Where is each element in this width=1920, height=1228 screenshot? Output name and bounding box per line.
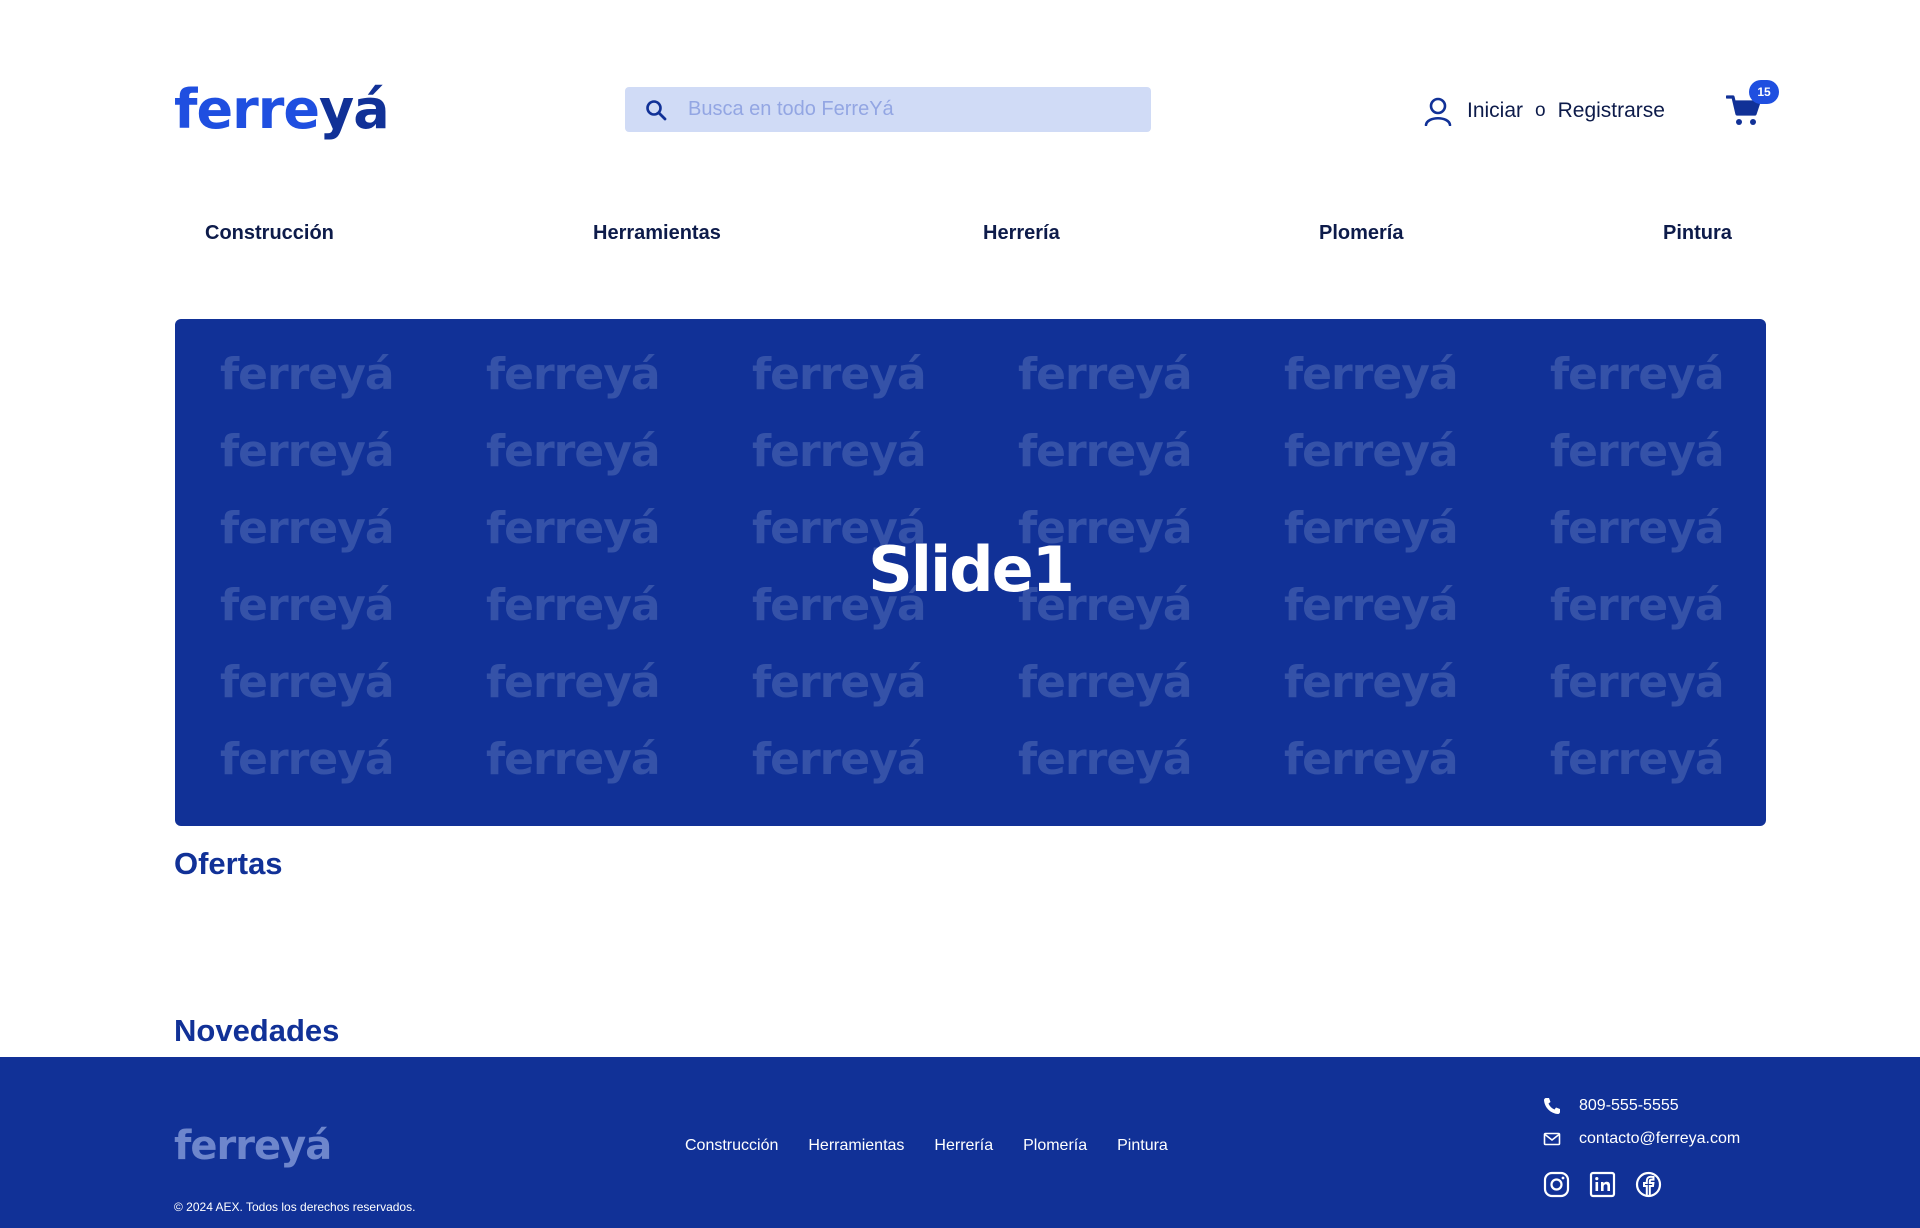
footer-nav: Construcción Herramientas Herrería Plome… [685, 1137, 1168, 1155]
category-nav: Construcción Herramientas Herrería Plome… [174, 222, 1766, 252]
footer-logo[interactable]: ferreyá [174, 1123, 332, 1169]
hero-watermark-text: ferreyá [1018, 734, 1193, 785]
hero-watermark-text: ferreyá [1018, 657, 1193, 708]
copyright-text: © 2024 AEX. Todos los derechos reservado… [174, 1200, 416, 1214]
phone-icon [1544, 1098, 1560, 1114]
logo-text-part1: ferre [174, 78, 320, 141]
hero-watermark-text: ferreyá [752, 657, 927, 708]
footer-link-plomeria[interactable]: Plomería [1023, 1137, 1087, 1155]
footer: ferreyá Construcción Herramientas Herrer… [0, 1057, 1920, 1228]
hero-watermark-text: ferreyá [486, 734, 661, 785]
nav-item-construccion[interactable]: Construcción [205, 222, 334, 245]
nav-item-pintura[interactable]: Pintura [1663, 222, 1732, 245]
hero-watermark-text: ferreyá [1284, 426, 1459, 477]
hero-watermark-text: ferreyá [1018, 349, 1193, 400]
logo-text-part2: yá [319, 78, 390, 141]
footer-link-herramientas[interactable]: Herramientas [808, 1137, 904, 1155]
account-separator: o [1535, 100, 1546, 121]
instagram-icon[interactable] [1543, 1171, 1570, 1198]
mail-icon [1543, 1132, 1561, 1146]
nav-item-plomeria[interactable]: Plomería [1319, 222, 1403, 245]
nav-item-herramientas[interactable]: Herramientas [593, 222, 721, 245]
email-address: contacto@ferreya.com [1579, 1130, 1741, 1147]
hero-watermark-text: ferreyá [220, 657, 395, 708]
offers-section-title: Ofertas [174, 846, 283, 881]
hero-watermark-text: ferreyá [1284, 657, 1459, 708]
footer-email[interactable]: contacto@ferreya.com [1543, 1130, 1740, 1148]
hero-watermark-text: ferreyá [1550, 349, 1725, 400]
cart-count-badge: 15 [1749, 80, 1779, 104]
hero-watermark-text: ferreyá [220, 349, 395, 400]
hero-watermark-text: ferreyá [486, 426, 661, 477]
hero-watermark-text: ferreyá [1018, 426, 1193, 477]
nav-item-herreria[interactable]: Herrería [983, 222, 1060, 245]
account-links: Iniciar o Registrarse [1423, 95, 1665, 127]
news-section-title: Novedades [174, 1013, 340, 1048]
hero-watermark-text: ferreyá [1284, 349, 1459, 400]
hero-watermark-text: ferreyá [220, 734, 395, 785]
brand-logo[interactable]: ferreyá [174, 78, 390, 142]
footer-link-pintura[interactable]: Pintura [1117, 1137, 1168, 1155]
hero-watermark-text: ferreyá [1284, 734, 1459, 785]
slide-title: Slide1 [868, 533, 1075, 606]
hero-watermark-text: ferreyá [1550, 657, 1725, 708]
footer-phone[interactable]: 809-555-5555 [1543, 1097, 1679, 1115]
hero-watermark-text: ferreyá [1550, 734, 1725, 785]
search-icon[interactable] [644, 98, 668, 122]
hero-watermark-text: ferreyá [752, 349, 927, 400]
login-link[interactable]: Iniciar [1467, 99, 1523, 123]
search-bar [625, 87, 1151, 132]
hero-watermark-text: ferreyá [752, 426, 927, 477]
hero-watermark-text: ferreyá [486, 657, 661, 708]
hero-watermark-text: ferreyá [486, 349, 661, 400]
search-input[interactable] [686, 97, 1130, 122]
hero-slider[interactable]: ferreyá ferreyá ferreyá ferreyá ferreyá ferre… [175, 319, 1766, 826]
footer-link-construccion[interactable]: Construcción [685, 1137, 778, 1155]
hero-watermark-text: ferreyá [1550, 426, 1725, 477]
register-link[interactable]: Registrarse [1558, 99, 1665, 123]
social-links [1543, 1171, 1662, 1198]
hero-watermark-text: ferreyá [752, 734, 927, 785]
facebook-icon[interactable] [1635, 1171, 1662, 1198]
footer-link-herreria[interactable]: Herrería [934, 1137, 993, 1155]
user-icon[interactable] [1423, 96, 1453, 126]
linkedin-icon[interactable] [1589, 1171, 1616, 1198]
hero-watermark-text: ferreyá [220, 426, 395, 477]
cart-button[interactable]: 15 [1726, 80, 1779, 134]
phone-number: 809-555-5555 [1579, 1097, 1679, 1114]
